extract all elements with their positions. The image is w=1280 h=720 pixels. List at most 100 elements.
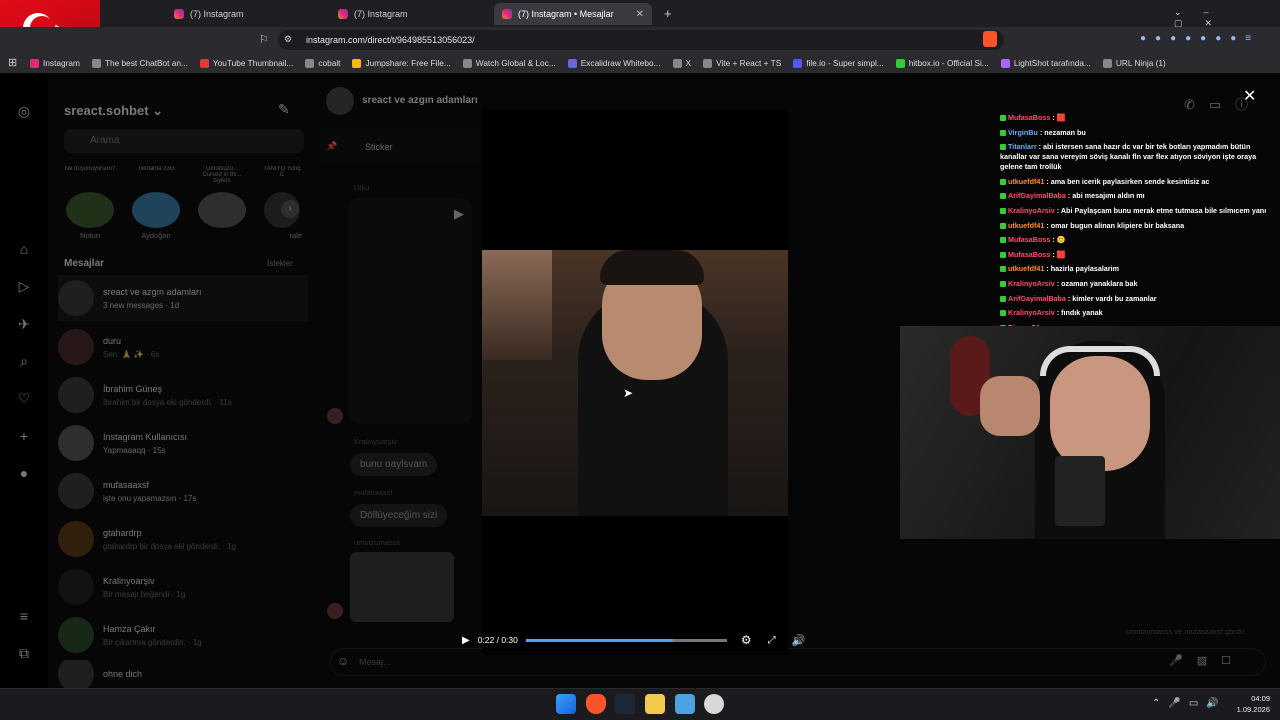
tab-title: (7) Instagram — [354, 9, 408, 19]
stream-chat-line: utkuefdf41 : hazirla paylasalarim — [1000, 264, 1278, 274]
bookmark-favicon-icon — [1102, 58, 1112, 68]
windows-start-icon[interactable] — [556, 694, 576, 714]
badge-icon — [1000, 266, 1006, 273]
stream-chat-line: ArifGayimalBaba : kimler vardı bu zamanl… — [1000, 294, 1278, 304]
stream-chat-overlay: MufasaBoss : 🟥 VirginBu : nezaman bu Titan… — [1000, 113, 1278, 332]
bookmark-item[interactable]: Vite + React + TS — [703, 58, 781, 68]
stream-chat-text: : ozaman yanaklara bak — [1054, 278, 1138, 288]
tab-3-active[interactable]: (7) Instagram • Mesajlar ✕ — [494, 3, 652, 25]
badge-icon — [1000, 115, 1006, 122]
video-controls: ▶ 0:22 / 0:30 ⚙ ⤢ 🔊 — [462, 630, 808, 650]
close-viewer-icon[interactable]: ✕ — [1243, 86, 1256, 106]
microphone — [1055, 456, 1105, 526]
bookmark-item[interactable]: LightShot tarafında... — [1000, 58, 1091, 68]
badge-icon — [1000, 208, 1006, 215]
photos-icon[interactable] — [675, 694, 695, 714]
system-tray[interactable]: ⌃🎤▭🔊 — [1152, 698, 1227, 709]
badge-icon — [1000, 222, 1006, 229]
bookmark-label: hitbox.io - Official Si... — [908, 58, 989, 68]
settings-gear-icon[interactable]: ⚙ — [741, 633, 752, 647]
stream-chat-line: MufasaBoss : 🟥 — [1000, 250, 1278, 260]
bookmark-favicon-icon — [793, 58, 803, 68]
fullscreen-icon[interactable]: ⤢ — [768, 635, 776, 646]
stream-chat-text: : fındık yanak — [1054, 308, 1103, 318]
bookmark-item[interactable]: Watch Global & Loc... — [462, 58, 556, 68]
bookmark-item[interactable]: URL Ninja (1) — [1102, 58, 1166, 68]
brave-browser-icon[interactable] — [586, 694, 606, 714]
stream-chat-user: Titanlarr — [1008, 142, 1037, 152]
video-progress-fill — [525, 638, 674, 642]
badge-icon — [1000, 310, 1006, 317]
apps-grid-icon[interactable]: ⊞ — [8, 56, 17, 69]
new-tab-button[interactable]: + — [664, 6, 672, 21]
bookmark-item[interactable]: hitbox.io - Official Si... — [895, 58, 989, 68]
stream-chat-line: utkuefdf41 : omar bugun alinan klipiere … — [1000, 221, 1278, 231]
video-progress[interactable] — [525, 638, 727, 642]
bookmark-icon[interactable]: ⚐ — [259, 33, 269, 46]
badge-icon — [1000, 178, 1006, 185]
webcam-overlay — [900, 326, 1280, 539]
close-tab-icon[interactable]: ✕ — [636, 9, 644, 20]
clock-time: 04:09 — [1251, 694, 1270, 703]
badge-icon — [1000, 193, 1006, 200]
steam-icon[interactable] — [615, 694, 635, 714]
bookmark-label: file.io - Super simpl... — [806, 58, 884, 68]
clock[interactable]: 04:09 1.09.2026 — [1232, 694, 1270, 714]
stream-chat-user: KralinyoArsiv — [1008, 278, 1055, 288]
stream-chat-line: VirginBu : nezaman bu — [1000, 128, 1278, 138]
bookmark-item[interactable]: The best ChatBot an... — [91, 58, 188, 68]
window-controls[interactable]: ⌄–▢✕ — [1174, 7, 1280, 29]
bookmark-label: X — [685, 58, 692, 68]
app-icon[interactable] — [704, 694, 724, 714]
play-button[interactable]: ▶ — [462, 635, 470, 646]
headphones — [1040, 346, 1160, 376]
badge-icon — [1000, 295, 1006, 302]
bookmark-label: Vite + React + TS — [716, 58, 782, 68]
file-explorer-icon[interactable] — [645, 694, 665, 714]
site-settings-icon[interactable]: ⚙ — [284, 34, 292, 45]
bookmark-item[interactable]: Excalidraw Whitebo... — [567, 58, 661, 68]
clock-date: 1.09.2026 — [1236, 705, 1270, 714]
stream-chat-text: : nezaman bu — [1037, 127, 1086, 137]
stream-chat-text: : omar bugun alinan klipiere bir baksana — [1044, 220, 1185, 230]
stream-chat-line: Titanlarr : abi istersen sana hazır dc v… — [1000, 142, 1278, 172]
bookmarks-bar: Instagram The best ChatBot an... YouTube… — [0, 53, 1280, 73]
bookmark-label: Excalidraw Whitebo... — [580, 58, 661, 68]
brave-shield-icon[interactable] — [983, 31, 997, 47]
stream-chat-user: KralinyoArsiv — [1008, 205, 1055, 215]
bookmark-label: Instagram — [43, 58, 80, 68]
bookmark-item[interactable]: cobalt — [305, 58, 340, 68]
badge-icon — [1000, 144, 1006, 151]
badge-icon — [1000, 251, 1006, 258]
video-time: 0:22 / 0:30 — [477, 635, 518, 645]
stream-chat-user: MufasaBoss — [1008, 235, 1051, 245]
hair — [600, 250, 704, 285]
bookmark-favicon-icon — [352, 58, 362, 68]
stream-chat-line: KralinyoArsiv : ozaman yanaklara bak — [1000, 279, 1278, 289]
stream-chat-text: : Abi Paylaşcam bunu merak etme tutmasa … — [1054, 205, 1267, 215]
stream-chat-user: ArifGayimalBaba — [1008, 293, 1066, 303]
instagram-icon — [502, 9, 512, 19]
bookmark-item[interactable]: YouTube Thumbnail... — [199, 58, 293, 68]
bookmark-favicon-icon — [462, 58, 472, 68]
stream-chat-user: VirginBu — [1008, 127, 1038, 137]
tab-2[interactable]: (7) Instagram — [330, 3, 488, 25]
bookmark-label: Watch Global & Loc... — [475, 58, 556, 68]
bookmark-favicon-icon — [30, 58, 39, 68]
stream-chat-text: : 🙂 — [1050, 235, 1066, 245]
bookmark-item[interactable]: Jumpshare: Free File... — [352, 58, 451, 68]
volume-icon[interactable]: 🔊 — [792, 634, 806, 647]
bookmark-item[interactable]: Instagram — [30, 58, 80, 68]
tab-1[interactable]: (7) Instagram — [166, 3, 324, 25]
stream-chat-line: utkuefdf41 : ama ben icerik paylasirken … — [1000, 177, 1278, 187]
bookmark-label: The best ChatBot an... — [104, 58, 188, 68]
instagram-icon — [338, 9, 348, 19]
url-field[interactable]: instagram.com/direct/t/964985513056023/ — [278, 30, 1004, 50]
bookmark-item[interactable]: X — [672, 58, 692, 68]
tab-title: (7) Instagram • Mesajlar — [518, 9, 614, 19]
stream-chat-user: MufasaBoss — [1008, 113, 1051, 122]
badge-icon — [1000, 237, 1006, 244]
extension-icons[interactable]: ●●●●●●●≡ — [1140, 33, 1260, 44]
bookmark-item[interactable]: file.io - Super simpl... — [793, 58, 884, 68]
bookmark-label: URL Ninja (1) — [1115, 58, 1166, 68]
